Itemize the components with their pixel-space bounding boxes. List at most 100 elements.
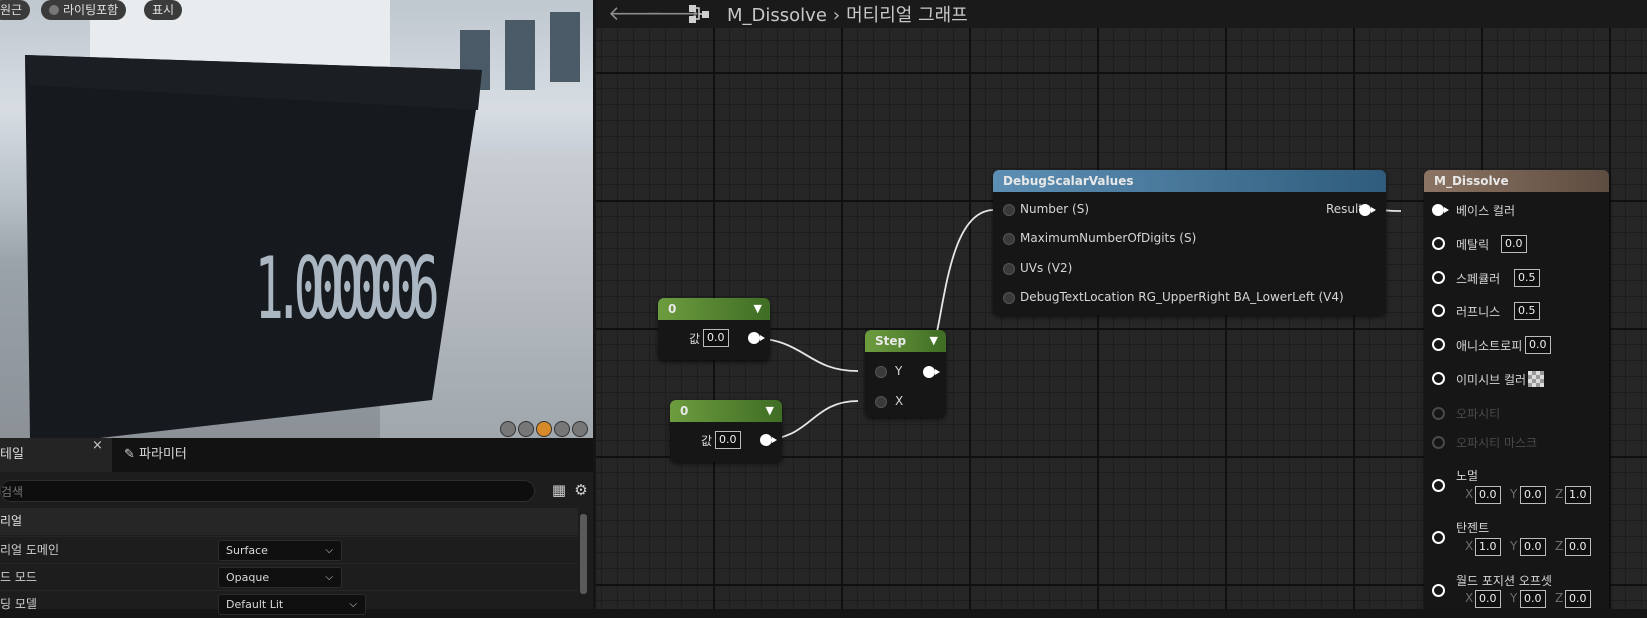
input-pin-opacity (1432, 407, 1445, 420)
output-pin[interactable] (760, 434, 777, 446)
output-pin-result[interactable] (1359, 204, 1376, 216)
tangent-z-value[interactable]: 0.0 (1565, 538, 1591, 556)
material-graph-canvas[interactable]: 🡐 🡒 M_Dissolve › 머티리얼 그래프 0 ▼ 값 0.0 0 ▼ 값 0.… (596, 0, 1647, 609)
roughness-value[interactable]: 0.5 (1514, 302, 1540, 320)
input-pin-world-position-offset[interactable] (1432, 584, 1445, 597)
pin-label: 노멀 (1456, 469, 1479, 483)
metallic-value[interactable]: 0.0 (1501, 235, 1527, 253)
pin-label: MaximumNumberOfDigits (S) (1020, 231, 1197, 245)
wpo-x-value[interactable]: 0.0 (1475, 590, 1501, 608)
input-pin-tangent[interactable] (1432, 531, 1445, 544)
wpo-z-value[interactable]: 0.0 (1565, 590, 1591, 608)
property-row: 딩 모델 Default Lit ⌵ (0, 590, 578, 618)
input-pin-y[interactable] (875, 366, 887, 378)
chevron-down-icon[interactable]: ▼ (766, 400, 774, 422)
debug-scalar-values-node[interactable]: DebugScalarValues Number (S) MaximumNumb… (993, 170, 1386, 315)
tangent-x-value[interactable]: 1.0 (1475, 538, 1501, 556)
chevron-down-icon: ⌵ (349, 599, 357, 610)
input-pin-metallic[interactable] (1432, 237, 1445, 250)
node-header: Step ▼ (865, 330, 946, 352)
input-pin-text-location[interactable] (1003, 292, 1015, 304)
table-view-icon[interactable]: ▦ (550, 481, 568, 499)
pin-label: UVs (V2) (1020, 261, 1073, 275)
specular-value[interactable]: 0.5 (1514, 269, 1540, 287)
blend-mode-select[interactable]: Opaque ⌵ (218, 567, 342, 588)
details-tab-bar: 테일 × ✎ 파라미터 (0, 438, 593, 472)
input-pin-anisotropy[interactable] (1432, 338, 1445, 351)
wpo-y-value[interactable]: 0.0 (1520, 590, 1546, 608)
pin-label: DebugTextLocation RG_UpperRight BA_Lower… (1020, 290, 1344, 304)
input-pin-normal[interactable] (1432, 479, 1445, 492)
axis-label: X (1465, 539, 1474, 553)
constant-value-field[interactable]: 0.0 (715, 431, 741, 449)
pin-label: Number (S) (1020, 202, 1089, 216)
pin-label: 오파시티 마스크 (1456, 436, 1538, 450)
lit-mode-button[interactable]: 라이팅포함 (41, 0, 127, 20)
cylinder-icon[interactable] (500, 421, 516, 437)
input-pin-base-color[interactable] (1432, 204, 1449, 216)
mesh-icon[interactable] (572, 421, 588, 437)
pin-label: 월드 포지션 오프셋 (1456, 574, 1552, 588)
material-result-node[interactable]: M_Dissolve 베이스 컬러 메탈릭 0.0 스페큘러 0.5 러프니스 … (1424, 170, 1609, 609)
property-row: 드 모드 Opaque ⌵ (0, 563, 578, 591)
step-node[interactable]: Step ▼ Y X (865, 330, 946, 417)
pin-label: 오파시티 (1456, 407, 1501, 421)
normal-y-value[interactable]: 0.0 (1520, 486, 1546, 504)
normal-x-value[interactable]: 0.0 (1475, 486, 1501, 504)
perspective-button[interactable]: 원근 (0, 0, 31, 20)
pin-label: 러프니스 (1456, 305, 1501, 319)
constant-value-field[interactable]: 0.0 (703, 329, 729, 347)
emissive-color-swatch[interactable] (1528, 371, 1544, 387)
axis-label: Z (1555, 539, 1564, 553)
constant-node-1[interactable]: 0 ▼ 값 0.0 (658, 298, 770, 360)
constant-node-2[interactable]: 0 ▼ 값 0.0 (670, 400, 782, 462)
shading-model-select[interactable]: Default Lit ⌵ (218, 594, 366, 615)
pin-label: 이미시브 컬러 (1456, 373, 1527, 387)
tab-parameters[interactable]: ✎ 파라미터 (124, 438, 187, 472)
lit-icon (49, 5, 59, 15)
preview-value-text: 1.0000006 (255, 239, 440, 339)
axis-label: X (1465, 591, 1474, 605)
normal-z-value[interactable]: 1.0 (1565, 486, 1591, 504)
pin-label-result: Result (1326, 202, 1364, 216)
axis-label: Z (1555, 487, 1564, 501)
chevron-down-icon: ⌵ (325, 572, 333, 583)
details-scrollbar[interactable] (580, 514, 587, 594)
material-domain-select[interactable]: Surface ⌵ (218, 540, 342, 561)
input-pin-uvs[interactable] (1003, 263, 1015, 275)
input-pin-emissive[interactable] (1432, 372, 1445, 385)
show-button[interactable]: 표시 (144, 0, 183, 20)
material-preview-viewport[interactable]: 1.0000006 원근 라이팅포함 표시 (0, 0, 593, 438)
sphere-icon[interactable] (518, 421, 534, 437)
pin-label: 애니소트로피 (1456, 339, 1523, 353)
anisotropy-value[interactable]: 0.0 (1525, 336, 1551, 354)
input-pin-roughness[interactable] (1432, 304, 1445, 317)
input-pin-number[interactable] (1003, 204, 1015, 216)
input-pin-max-digits[interactable] (1003, 233, 1015, 245)
input-pin-opacity-mask (1432, 436, 1445, 449)
pin-label-x: X (895, 394, 904, 408)
cube-icon[interactable] (554, 421, 570, 437)
chevron-down-icon[interactable]: ▼ (930, 330, 938, 352)
node-header: DebugScalarValues (993, 170, 1386, 192)
chevron-down-icon: ⌵ (325, 545, 333, 556)
input-pin-x[interactable] (875, 396, 887, 408)
gear-icon[interactable]: ⚙ (572, 481, 590, 499)
plane-icon[interactable] (536, 421, 552, 437)
section-material[interactable]: 리얼 (0, 508, 578, 535)
property-row: 리얼 도메인 Surface ⌵ (0, 536, 578, 564)
input-pin-specular[interactable] (1432, 271, 1445, 284)
value-label: 값 (701, 434, 713, 448)
details-search-input[interactable]: 검색 (0, 480, 535, 502)
pencil-icon: ✎ (124, 447, 135, 462)
preview-shape-toolbar (500, 421, 588, 437)
pin-label: 스페큘러 (1456, 272, 1501, 286)
axis-label: Z (1555, 591, 1564, 605)
node-header: M_Dissolve (1424, 170, 1609, 192)
output-pin[interactable] (748, 332, 765, 344)
chevron-down-icon[interactable]: ▼ (754, 298, 762, 320)
close-icon[interactable]: × (92, 438, 103, 453)
tangent-y-value[interactable]: 0.0 (1520, 538, 1546, 556)
output-pin[interactable] (923, 366, 940, 378)
node-header: 0 ▼ (658, 298, 770, 320)
